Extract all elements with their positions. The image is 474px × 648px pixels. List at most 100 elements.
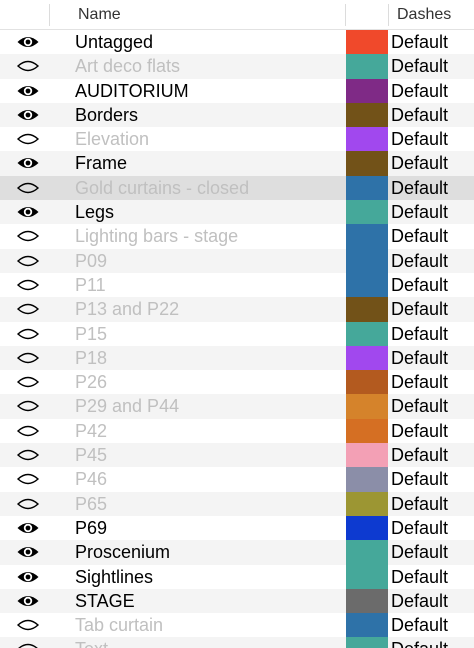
- table-row[interactable]: Art deco flats Default: [0, 54, 474, 79]
- color-swatch[interactable]: [346, 588, 388, 614]
- dashes-value[interactable]: Default: [391, 639, 448, 648]
- color-swatch[interactable]: [346, 370, 388, 395]
- color-swatch[interactable]: [346, 443, 388, 468]
- table-row[interactable]: P65 Default: [0, 491, 474, 516]
- table-row[interactable]: P29 and P44 Default: [0, 394, 474, 419]
- eye-closed-icon[interactable]: [16, 58, 40, 74]
- color-swatch[interactable]: [346, 467, 388, 492]
- color-swatch[interactable]: [346, 321, 388, 346]
- table-row[interactable]: Text Default: [0, 637, 474, 648]
- table-row[interactable]: P42 Default: [0, 418, 474, 444]
- table-row[interactable]: Borders Default: [0, 102, 474, 128]
- dashes-value[interactable]: Default: [391, 56, 448, 76]
- dashes-value[interactable]: Default: [391, 153, 448, 173]
- dashes-value[interactable]: Default: [391, 372, 448, 392]
- color-swatch[interactable]: [346, 248, 388, 273]
- eye-open-icon[interactable]: [16, 107, 40, 123]
- color-swatch[interactable]: [346, 613, 388, 638]
- eye-closed-icon[interactable]: [16, 277, 40, 293]
- table-row[interactable]: P45 Default: [0, 443, 474, 468]
- table-row[interactable]: STAGE Default: [0, 588, 474, 614]
- dashes-value[interactable]: Default: [391, 105, 448, 125]
- dashes-value[interactable]: Default: [391, 348, 448, 368]
- color-swatch[interactable]: [346, 515, 388, 541]
- eye-closed-icon[interactable]: [16, 228, 40, 244]
- color-swatch[interactable]: [346, 345, 388, 371]
- dashes-value[interactable]: Default: [391, 494, 448, 514]
- dashes-value[interactable]: Default: [391, 469, 448, 489]
- color-swatch[interactable]: [346, 491, 388, 516]
- table-row[interactable]: P15 Default: [0, 321, 474, 346]
- name-column-header[interactable]: Name: [78, 6, 121, 24]
- eye-open-icon[interactable]: [16, 569, 40, 585]
- eye-open-icon[interactable]: [16, 83, 40, 99]
- dashes-value[interactable]: Default: [391, 396, 448, 416]
- color-swatch[interactable]: [346, 127, 388, 152]
- column-divider[interactable]: [345, 4, 346, 26]
- color-swatch[interactable]: [346, 540, 388, 565]
- dashes-value[interactable]: Default: [391, 129, 448, 149]
- eye-closed-icon[interactable]: [16, 471, 40, 487]
- table-row[interactable]: AUDITORIUM Default: [0, 78, 474, 103]
- dashes-value[interactable]: Default: [391, 542, 448, 562]
- eye-closed-icon[interactable]: [16, 641, 40, 648]
- color-swatch[interactable]: [346, 78, 388, 103]
- eye-closed-icon[interactable]: [16, 301, 40, 317]
- dashes-value[interactable]: Default: [391, 615, 448, 635]
- eye-closed-icon[interactable]: [16, 374, 40, 390]
- table-row[interactable]: Gold curtains - closed Default: [0, 175, 474, 201]
- dashes-value[interactable]: Default: [391, 251, 448, 271]
- dashes-value[interactable]: Default: [391, 81, 448, 101]
- eye-closed-icon[interactable]: [16, 423, 40, 439]
- eye-open-icon[interactable]: [16, 520, 40, 536]
- color-swatch[interactable]: [346, 394, 388, 419]
- eye-closed-icon[interactable]: [16, 617, 40, 633]
- dashes-value[interactable]: Default: [391, 567, 448, 587]
- table-row[interactable]: Elevation Default: [0, 127, 474, 152]
- dashes-value[interactable]: Default: [391, 299, 448, 319]
- table-row[interactable]: Tab curtain Default: [0, 613, 474, 638]
- eye-closed-icon[interactable]: [16, 398, 40, 414]
- table-row[interactable]: P11 Default: [0, 272, 474, 298]
- dashes-value[interactable]: Default: [391, 202, 448, 222]
- eye-open-icon[interactable]: [16, 593, 40, 609]
- color-swatch[interactable]: [346, 297, 388, 322]
- table-row[interactable]: P13 and P22 Default: [0, 297, 474, 322]
- dashes-value[interactable]: Default: [391, 324, 448, 344]
- eye-closed-icon[interactable]: [16, 447, 40, 463]
- column-divider[interactable]: [388, 4, 389, 26]
- color-swatch[interactable]: [346, 224, 388, 249]
- eye-closed-icon[interactable]: [16, 496, 40, 512]
- color-swatch[interactable]: [346, 175, 388, 201]
- color-swatch[interactable]: [346, 151, 388, 176]
- eye-open-icon[interactable]: [16, 204, 40, 220]
- dashes-value[interactable]: Default: [391, 421, 448, 441]
- eye-open-icon[interactable]: [16, 155, 40, 171]
- column-divider[interactable]: [49, 4, 50, 26]
- color-swatch[interactable]: [346, 418, 388, 444]
- color-swatch[interactable]: [346, 54, 388, 79]
- table-row[interactable]: Untagged Default: [0, 30, 474, 55]
- color-swatch[interactable]: [346, 102, 388, 128]
- dashes-value[interactable]: Default: [391, 226, 448, 246]
- dashes-value[interactable]: Default: [391, 275, 448, 295]
- eye-closed-icon[interactable]: [16, 131, 40, 147]
- dashes-column-header[interactable]: Dashes: [397, 6, 451, 24]
- color-swatch[interactable]: [346, 200, 388, 225]
- color-swatch[interactable]: [346, 30, 388, 55]
- color-swatch[interactable]: [346, 272, 388, 298]
- eye-closed-icon[interactable]: [16, 180, 40, 196]
- dashes-value[interactable]: Default: [391, 32, 448, 52]
- eye-closed-icon[interactable]: [16, 253, 40, 269]
- eye-open-icon[interactable]: [16, 34, 40, 50]
- table-row[interactable]: P26 Default: [0, 370, 474, 395]
- table-row[interactable]: P69 Default: [0, 515, 474, 541]
- table-row[interactable]: Legs Default: [0, 200, 474, 225]
- table-row[interactable]: P46 Default: [0, 467, 474, 492]
- table-row[interactable]: P09 Default: [0, 248, 474, 273]
- dashes-value[interactable]: Default: [391, 518, 448, 538]
- eye-closed-icon[interactable]: [16, 350, 40, 366]
- table-row[interactable]: P18 Default: [0, 345, 474, 371]
- dashes-value[interactable]: Default: [391, 591, 448, 611]
- table-row[interactable]: Sightlines Default: [0, 564, 474, 589]
